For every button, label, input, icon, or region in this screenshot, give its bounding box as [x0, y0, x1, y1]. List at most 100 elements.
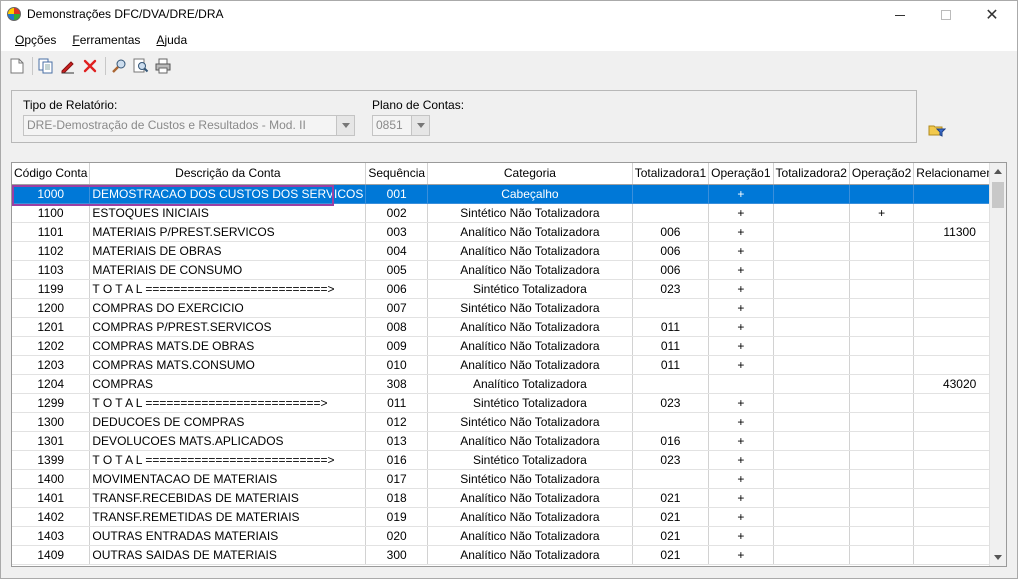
- table-row[interactable]: 1101 MATERIAIS P/PREST.SERVICOS 003 Analíti…: [12, 222, 1006, 242]
- table-row[interactable]: 1204 COMPRAS 308 Analítico Totalizadora 4302…: [12, 374, 1006, 394]
- cell-totalizadora2[interactable]: [773, 469, 850, 489]
- cell-operacao1[interactable]: +: [708, 393, 774, 413]
- cell-operacao2[interactable]: [849, 545, 915, 565]
- cell-descricao[interactable]: TRANSF.REMETIDAS DE MATERIAIS: [89, 507, 367, 527]
- cell-categoria[interactable]: Sintético Não Totalizadora: [427, 203, 633, 223]
- delete-button[interactable]: [80, 55, 100, 77]
- cell-operacao2[interactable]: [849, 526, 915, 546]
- report-type-dropdown-button[interactable]: [336, 116, 354, 135]
- cell-operacao2[interactable]: [849, 450, 915, 470]
- cell-descricao[interactable]: COMPRAS MATS.CONSUMO: [89, 355, 367, 375]
- cell-operacao1[interactable]: +: [708, 336, 774, 356]
- print-button[interactable]: [153, 55, 173, 77]
- copy-button[interactable]: [36, 55, 56, 77]
- cell-operacao1[interactable]: +: [708, 298, 774, 318]
- cell-totalizadora2[interactable]: [773, 222, 850, 242]
- cell-operacao2[interactable]: [849, 298, 915, 318]
- cell-totalizadora1[interactable]: 023: [632, 279, 710, 299]
- cell-operacao1[interactable]: +: [708, 488, 774, 508]
- cell-sequencia[interactable]: 308: [365, 374, 429, 394]
- cell-codigo[interactable]: 1403: [12, 526, 91, 546]
- cell-totalizadora1[interactable]: 011: [632, 336, 710, 356]
- cell-descricao[interactable]: DEMOSTRACAO DOS CUSTOS DOS SERVICOS: [89, 184, 367, 204]
- cell-operacao2[interactable]: [849, 317, 915, 337]
- cell-totalizadora1[interactable]: [632, 184, 710, 204]
- cell-totalizadora1[interactable]: 021: [632, 526, 710, 546]
- cell-operacao1[interactable]: +: [708, 412, 774, 432]
- cell-descricao[interactable]: MOVIMENTACAO DE MATERIAIS: [89, 469, 367, 489]
- cell-sequencia[interactable]: 011: [365, 393, 429, 413]
- cell-descricao[interactable]: COMPRAS: [89, 374, 367, 394]
- cell-sequencia[interactable]: 003: [365, 222, 429, 242]
- cell-operacao1[interactable]: +: [708, 260, 774, 280]
- cell-codigo[interactable]: 1300: [12, 412, 91, 432]
- cell-codigo[interactable]: 1204: [12, 374, 91, 394]
- cell-descricao[interactable]: COMPRAS P/PREST.SERVICOS: [89, 317, 367, 337]
- cell-codigo[interactable]: 1100: [12, 203, 91, 223]
- cell-codigo[interactable]: 1301: [12, 431, 91, 451]
- cell-codigo[interactable]: 1101: [12, 222, 91, 242]
- cell-totalizadora2[interactable]: [773, 260, 850, 280]
- column-header-totalizadora1[interactable]: Totalizadora1: [632, 163, 710, 185]
- cell-totalizadora1[interactable]: 006: [632, 241, 710, 261]
- cell-codigo[interactable]: 1400: [12, 469, 91, 489]
- table-row[interactable]: 1399 T O T A L ==========================…: [12, 450, 1006, 470]
- cell-totalizadora1[interactable]: [632, 203, 710, 223]
- cell-totalizadora2[interactable]: [773, 279, 850, 299]
- cell-categoria[interactable]: Sintético Não Totalizadora: [427, 412, 633, 432]
- table-row[interactable]: 1102 MATERIAIS DE OBRAS 004 Analítico Não T…: [12, 241, 1006, 261]
- cell-totalizadora2[interactable]: [773, 412, 850, 432]
- cell-operacao1[interactable]: +: [708, 526, 774, 546]
- cell-operacao2[interactable]: [849, 336, 915, 356]
- table-row[interactable]: 1200 COMPRAS DO EXERCICIO 007 Sintético Não…: [12, 298, 1006, 318]
- table-row[interactable]: 1199 T O T A L ==========================…: [12, 279, 1006, 299]
- cell-categoria[interactable]: Analítico Não Totalizadora: [427, 222, 633, 242]
- table-row[interactable]: 1201 COMPRAS P/PREST.SERVICOS 008 Analítico…: [12, 317, 1006, 337]
- cell-codigo[interactable]: 1402: [12, 507, 91, 527]
- cell-categoria[interactable]: Analítico Não Totalizadora: [427, 336, 633, 356]
- cell-operacao2[interactable]: [849, 241, 915, 261]
- cell-codigo[interactable]: 1399: [12, 450, 91, 470]
- column-header-operacao1[interactable]: Operação1: [708, 163, 774, 185]
- cell-categoria[interactable]: Analítico Totalizadora: [427, 374, 633, 394]
- cell-operacao2[interactable]: [849, 507, 915, 527]
- cell-sequencia[interactable]: 010: [365, 355, 429, 375]
- cell-totalizadora1[interactable]: 021: [632, 507, 710, 527]
- cell-operacao1[interactable]: +: [708, 222, 774, 242]
- minimize-button[interactable]: [877, 1, 923, 29]
- cell-totalizadora1[interactable]: 023: [632, 450, 710, 470]
- cell-descricao[interactable]: COMPRAS MATS.DE OBRAS: [89, 336, 367, 356]
- menu-ajuda[interactable]: Ajuda: [148, 29, 195, 51]
- cell-operacao2[interactable]: [849, 279, 915, 299]
- cell-descricao[interactable]: T O T A L ==========================>: [89, 279, 367, 299]
- menu-opcoes[interactable]: Opções: [7, 29, 64, 51]
- cell-totalizadora2[interactable]: [773, 355, 850, 375]
- cell-totalizadora1[interactable]: [632, 298, 710, 318]
- cell-descricao[interactable]: T O T A L =========================>: [89, 393, 367, 413]
- cell-totalizadora2[interactable]: [773, 393, 850, 413]
- column-header-totalizadora2[interactable]: Totalizadora2: [773, 163, 850, 185]
- cell-sequencia[interactable]: 018: [365, 488, 429, 508]
- cell-sequencia[interactable]: 008: [365, 317, 429, 337]
- cell-descricao[interactable]: MATERIAIS DE CONSUMO: [89, 260, 367, 280]
- chart-of-accounts-dropdown-button[interactable]: [411, 116, 429, 135]
- table-row[interactable]: 1300 DEDUCOES DE COMPRAS 012 Sintético Não …: [12, 412, 1006, 432]
- cell-descricao[interactable]: OUTRAS ENTRADAS MATERIAIS: [89, 526, 367, 546]
- cell-sequencia[interactable]: 006: [365, 279, 429, 299]
- maximize-button[interactable]: [923, 1, 969, 29]
- cell-totalizadora2[interactable]: [773, 488, 850, 508]
- table-row[interactable]: 1299 T O T A L =========================>…: [12, 393, 1006, 413]
- cell-codigo[interactable]: 1000: [12, 184, 91, 204]
- cell-codigo[interactable]: 1409: [12, 545, 91, 565]
- cell-categoria[interactable]: Analítico Não Totalizadora: [427, 488, 633, 508]
- find-button[interactable]: [131, 55, 151, 77]
- cell-totalizadora1[interactable]: 023: [632, 393, 710, 413]
- cell-categoria[interactable]: Cabeçalho: [427, 184, 633, 204]
- scroll-thumb[interactable]: [992, 182, 1004, 208]
- table-row[interactable]: 1402 TRANSF.REMETIDAS DE MATERIAIS 019 Anal…: [12, 507, 1006, 527]
- cell-operacao1[interactable]: +: [708, 469, 774, 489]
- cell-operacao2[interactable]: [849, 355, 915, 375]
- cell-totalizadora2[interactable]: [773, 203, 850, 223]
- cell-sequencia[interactable]: 013: [365, 431, 429, 451]
- accounts-grid[interactable]: Código Conta Descrição da Conta Sequência C…: [11, 162, 1007, 567]
